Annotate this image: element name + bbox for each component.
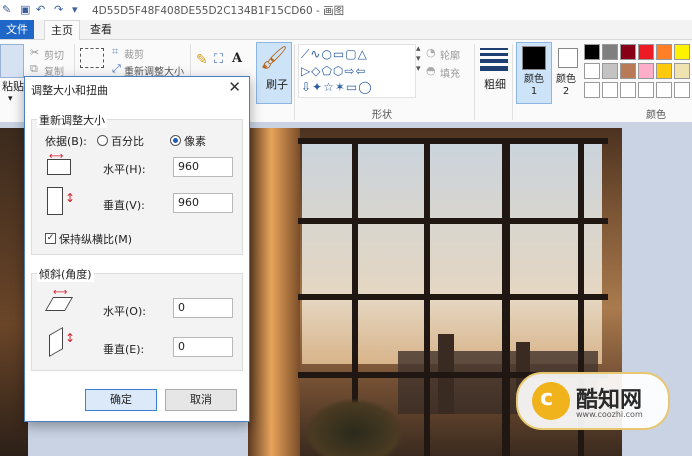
tab-file[interactable]: 文件 — [0, 20, 34, 39]
select-icon[interactable] — [80, 48, 104, 68]
palette-swatch[interactable] — [638, 44, 654, 60]
resize-skew-dialog: 调整大小和扭曲 ✕ 重新调整大小 依据(B): 百分比 像素 ⟷ 水平(H): … — [24, 76, 250, 422]
fill-button[interactable]: 填充 — [440, 65, 460, 80]
shapes-group-label: 形状 — [372, 110, 392, 121]
percent-label[interactable]: 百分比 — [111, 133, 144, 149]
skew-vertical-label: 垂直(E): — [103, 343, 145, 356]
watermark: c 酷知网 www.coozhi.com — [516, 372, 670, 430]
paint-app-icon[interactable]: ✎ — [2, 3, 11, 16]
resize-vertical-icon: ↕ — [47, 185, 75, 215]
window-title: 4D55D5F48F408DE55D2C134B1F15CD60 - 画图 — [92, 5, 345, 17]
copy-icon[interactable]: ⧉ — [30, 62, 38, 76]
skew-vertical-input[interactable]: 0 — [173, 337, 233, 357]
divider — [294, 44, 295, 120]
paste-dropdown-icon[interactable]: ▾ — [8, 94, 13, 104]
palette-swatch[interactable] — [584, 63, 600, 79]
tab-view[interactable]: 查看 — [90, 20, 112, 39]
color1-swatch — [522, 46, 546, 70]
skew-vertical-icon: ↕ — [49, 326, 77, 358]
maintain-ratio-label[interactable]: 保持纵横比(M) — [59, 231, 132, 247]
palette-swatch[interactable] — [602, 63, 618, 79]
paste-button[interactable]: 粘贴 — [2, 78, 24, 94]
pixels-radio[interactable] — [170, 135, 181, 146]
cut-icon[interactable]: ✂ — [30, 46, 39, 59]
brush-icon: 🖌 — [260, 46, 288, 71]
outline-button[interactable]: 轮廓 — [440, 47, 460, 62]
tab-home[interactable]: 主页 — [44, 20, 80, 41]
palette-swatch[interactable] — [656, 82, 672, 98]
close-icon[interactable]: ✕ — [228, 78, 241, 96]
window-frame — [424, 138, 430, 456]
skew-horizontal-input[interactable]: 0 — [173, 298, 233, 318]
quick-access-menu-icon[interactable]: ▾ — [72, 3, 78, 16]
watermark-logo-icon: c — [532, 382, 570, 420]
ok-button[interactable]: 确定 — [85, 389, 157, 411]
window-frame — [502, 138, 510, 456]
watermark-url: www.coozhi.com — [576, 410, 643, 419]
save-icon[interactable]: ▣ — [20, 3, 30, 16]
vertical-input[interactable]: 960 — [173, 193, 233, 213]
skew-group-label: 倾斜(角度) — [37, 266, 94, 282]
palette-swatch[interactable] — [620, 82, 636, 98]
palette-swatch[interactable] — [674, 44, 690, 60]
resize-group-label: 重新调整大小 — [37, 112, 107, 128]
maintain-ratio-checkbox[interactable]: ✓ — [45, 233, 56, 244]
by-label: 依据(B): — [45, 135, 87, 148]
curtain — [248, 128, 300, 456]
horizontal-label: 水平(H): — [103, 163, 146, 176]
paste-icon[interactable] — [0, 44, 24, 78]
palette-swatch[interactable] — [656, 63, 672, 79]
palette-swatch[interactable] — [620, 44, 636, 60]
pixels-label[interactable]: 像素 — [184, 133, 206, 149]
resize-icon[interactable]: ⤢ — [112, 62, 121, 76]
palette-swatch[interactable] — [602, 82, 618, 98]
redo-icon[interactable]: ↷ — [54, 3, 63, 16]
palette-swatch[interactable] — [674, 63, 690, 79]
undo-icon[interactable]: ↶ — [36, 3, 45, 16]
fill-bucket-icon[interactable]: ⛶ — [214, 52, 223, 67]
color1-label: 颜色 1 — [524, 74, 544, 97]
window-frame — [298, 294, 608, 300]
divider — [512, 44, 513, 120]
size-label[interactable]: 粗细 — [484, 76, 506, 92]
palette-swatch[interactable] — [584, 82, 600, 98]
percent-radio[interactable] — [97, 135, 108, 146]
colors-group-label: 颜色 — [646, 110, 666, 121]
cut-button[interactable]: 剪切 — [44, 47, 64, 62]
skew-horizontal-icon: ⟷ — [44, 287, 75, 313]
color2-label[interactable]: 颜色 2 — [552, 74, 580, 98]
palette-swatch[interactable] — [584, 44, 600, 60]
window-frame — [298, 138, 608, 144]
palette-swatch[interactable] — [638, 63, 654, 79]
crop-icon[interactable]: ⌗ — [112, 45, 118, 59]
title-bar: ✎ ▣ ↶ ↷ ▾ 4D55D5F48F408DE55D2C134B1F15CD… — [0, 0, 692, 21]
text-tool-icon[interactable]: A — [232, 51, 242, 66]
palette-swatch[interactable] — [656, 44, 672, 60]
palette-swatch[interactable] — [602, 44, 618, 60]
palette-swatch[interactable] — [638, 82, 654, 98]
shapes-scroll-icon[interactable]: ▴ ▾ ▾ — [416, 44, 421, 74]
brush-label: 刷子 — [266, 78, 288, 91]
outline-icon[interactable]: ◔ — [426, 46, 436, 59]
resize-horizontal-icon: ⟷ — [47, 152, 71, 175]
palette-swatch[interactable] — [674, 82, 690, 98]
plant — [304, 398, 404, 456]
dialog-title: 调整大小和扭曲 — [31, 84, 108, 97]
line-size-icon[interactable] — [480, 48, 508, 71]
shapes-gallery[interactable]: ⟋∿○▭▢△ ▷◇⬠⬡⇨⇦ ⇩✦☆✶▭◯ — [298, 44, 416, 98]
crop-button[interactable]: 裁剪 — [124, 46, 144, 61]
divider — [474, 44, 475, 120]
window-frame — [298, 218, 608, 224]
fill-icon[interactable]: ◓ — [426, 64, 436, 77]
horizontal-input[interactable]: 960 — [173, 157, 233, 177]
palette-swatch[interactable] — [620, 63, 636, 79]
skew-horizontal-label: 水平(O): — [103, 305, 146, 318]
cancel-button[interactable]: 取消 — [165, 389, 237, 411]
color2-swatch[interactable] — [558, 48, 578, 68]
pencil-icon[interactable]: ✎ — [196, 52, 208, 68]
vertical-label: 垂直(V): — [103, 199, 145, 212]
